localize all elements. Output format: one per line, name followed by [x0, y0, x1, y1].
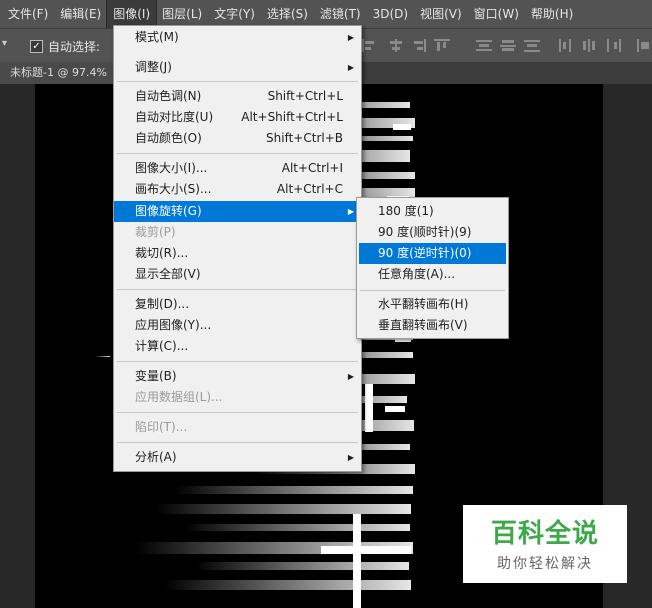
- distribute-bottom-icon[interactable]: [524, 39, 540, 52]
- menu-item-image-size[interactable]: 图像大小(I)... Alt+Ctrl+I: [114, 158, 361, 179]
- menu-help[interactable]: 帮助(H): [525, 0, 579, 28]
- submenu-arrow-icon: ▶: [347, 63, 354, 72]
- menu-item-flip-horizontal[interactable]: 水平翻转画布(H): [357, 294, 508, 315]
- menu-separator: [117, 412, 358, 413]
- distribute-vertical-centers-icon[interactable]: [500, 39, 516, 52]
- menu-separator: [117, 442, 358, 443]
- menu-separator: [117, 361, 358, 362]
- submenu-arrow-icon: ▶: [347, 372, 354, 381]
- image-rotation-submenu: 180 度(1) 90 度(顺时针)(9) 90 度(逆时针)(0) 任意角度(…: [356, 197, 509, 339]
- menu-3d[interactable]: 3D(D): [367, 0, 414, 28]
- menu-item-canvas-size[interactable]: 画布大小(S)... Alt+Ctrl+C: [114, 179, 361, 200]
- menu-item-crop: 裁剪(P): [135, 225, 176, 239]
- menu-image[interactable]: 图像(I): [106, 0, 158, 29]
- menu-item-apply-image[interactable]: 应用图像(Y)...: [114, 315, 361, 336]
- submenu-arrow-icon: ▶: [347, 207, 354, 216]
- menu-item-rotate-90-ccw[interactable]: 90 度(逆时针)(0): [359, 243, 506, 264]
- submenu-arrow-icon: ▶: [347, 453, 354, 462]
- menu-item-auto-color[interactable]: 自动颜色(O) Shift+Ctrl+B: [114, 128, 361, 149]
- menu-item-adjustments[interactable]: 调整(J) ▶: [114, 57, 361, 78]
- menu-view[interactable]: 视图(V): [414, 0, 468, 28]
- menu-separator: [360, 290, 505, 291]
- distribute-top-icon[interactable]: [476, 39, 492, 52]
- auto-align-icon[interactable]: [636, 39, 652, 52]
- menu-item-calculations[interactable]: 计算(C)...: [114, 336, 361, 357]
- align-top-edges-icon[interactable]: [434, 39, 450, 52]
- distribute-right-icon[interactable]: [606, 39, 622, 52]
- menu-item-variables[interactable]: 变量(B) ▶: [114, 366, 361, 387]
- menu-separator: [117, 153, 358, 154]
- menu-filter[interactable]: 滤镜(T): [314, 0, 367, 28]
- menu-item-apply-data-set: 应用数据组(L)...: [135, 390, 223, 404]
- watermark-title: 百科全说: [490, 519, 599, 549]
- menu-item-auto-tone[interactable]: 自动色调(N) Shift+Ctrl+L: [114, 86, 361, 107]
- menu-type[interactable]: 文字(Y): [208, 0, 261, 28]
- menu-separator: [117, 289, 358, 290]
- menu-edit[interactable]: 编辑(E): [54, 0, 107, 28]
- auto-select-label: 自动选择:: [48, 40, 101, 54]
- menu-item-trim[interactable]: 裁切(R)...: [114, 243, 361, 264]
- menu-item-rotate-90-cw[interactable]: 90 度(顺时针)(9): [357, 222, 508, 243]
- align-horizontal-centers-icon[interactable]: [388, 39, 404, 52]
- menu-item-flip-vertical[interactable]: 垂直翻转画布(V): [357, 315, 508, 336]
- menu-item-trap: 陷印(T)...: [135, 420, 188, 434]
- menu-item-reveal-all[interactable]: 显示全部(V): [114, 264, 361, 285]
- auto-select-checkbox[interactable]: ✓: [30, 40, 43, 53]
- menu-item-mode[interactable]: 模式(M) ▶: [114, 27, 361, 48]
- tool-preset-dropdown-icon[interactable]: ▾: [2, 38, 7, 49]
- image-menu: 模式(M) ▶ 调整(J) ▶ 自动色调(N) Shift+Ctrl+L 自动对比度(…: [113, 25, 362, 472]
- menu-window[interactable]: 窗口(W): [468, 0, 525, 28]
- distribute-horizontal-centers-icon[interactable]: [582, 39, 598, 52]
- menu-item-duplicate[interactable]: 复制(D)...: [114, 294, 361, 315]
- watermark-subtitle: 助你轻松解决: [497, 556, 593, 572]
- menu-select[interactable]: 选择(S): [261, 0, 314, 28]
- align-left-edges-icon[interactable]: [362, 39, 378, 52]
- menu-item-rotate-180[interactable]: 180 度(1): [357, 201, 508, 222]
- menu-layer[interactable]: 图层(L): [156, 0, 208, 28]
- watermark-logo: 百科全说 助你轻松解决: [463, 505, 627, 583]
- document-tab[interactable]: 未标题-1 @ 97.4%: [0, 62, 117, 84]
- align-right-edges-icon[interactable]: [410, 39, 426, 52]
- submenu-arrow-icon: ▶: [347, 33, 354, 42]
- menu-item-analysis[interactable]: 分析(A) ▶: [114, 447, 361, 468]
- menu-item-auto-contrast[interactable]: 自动对比度(U) Alt+Shift+Ctrl+L: [114, 107, 361, 128]
- distribute-left-icon[interactable]: [558, 39, 574, 52]
- menu-item-arbitrary[interactable]: 任意角度(A)...: [357, 264, 508, 285]
- menu-item-image-rotation[interactable]: 图像旋转(G) ▶: [114, 201, 361, 222]
- menu-separator: [117, 81, 358, 82]
- menu-file[interactable]: 文件(F): [0, 0, 54, 28]
- menu-bar: 文件(F) 编辑(E) 图像(I) 图层(L) 文字(Y) 选择(S) 滤镜(T…: [0, 0, 652, 29]
